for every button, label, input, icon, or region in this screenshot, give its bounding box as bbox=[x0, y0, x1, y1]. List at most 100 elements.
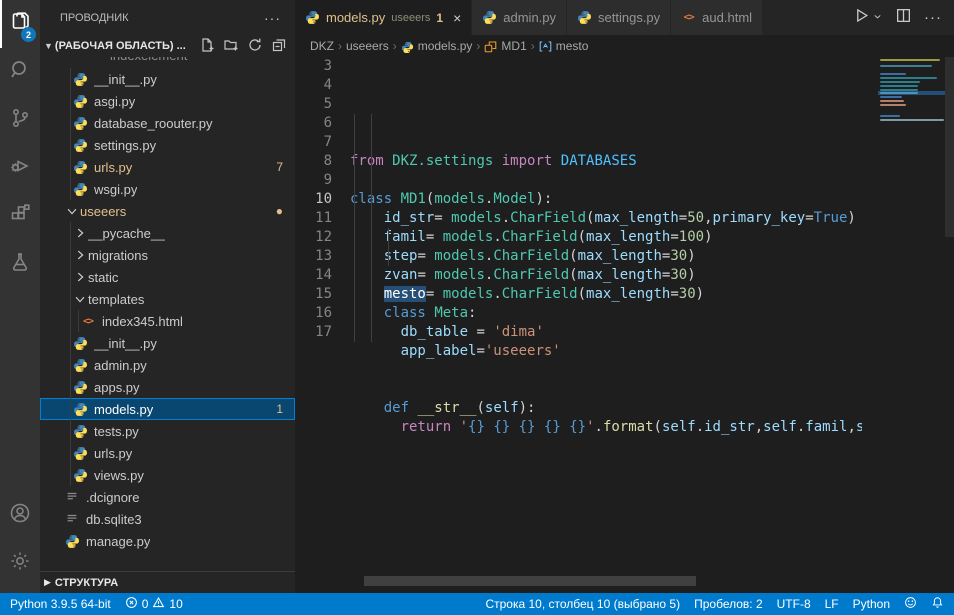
tree-item-db-sqlite3[interactable]: db.sqlite3 bbox=[40, 508, 295, 530]
tree-item--init-py[interactable]: __init__.py bbox=[40, 68, 295, 90]
tree-item-manage-py[interactable]: manage.py bbox=[40, 530, 295, 552]
account-button[interactable] bbox=[0, 491, 40, 539]
line-number: 14 bbox=[295, 266, 332, 285]
run-debug-button[interactable] bbox=[0, 144, 40, 192]
close-icon[interactable]: × bbox=[453, 10, 461, 26]
vscode-window: 2 bbox=[0, 0, 954, 615]
tree-item-badge: 7 bbox=[276, 160, 283, 174]
editor-more-icon[interactable]: ··· bbox=[924, 9, 942, 26]
chevron-right-icon: ▶ bbox=[44, 577, 51, 588]
vertical-scrollbar[interactable] bbox=[945, 57, 954, 237]
code-editor[interactable]: 34567891011121314151617 from DKZ.setting… bbox=[295, 57, 954, 593]
python-file-icon bbox=[72, 93, 88, 109]
extensions-button[interactable] bbox=[0, 192, 40, 240]
settings-button[interactable] bbox=[0, 539, 40, 587]
tree-item--dcignore[interactable]: .dcignore bbox=[40, 486, 295, 508]
cursor-position-item[interactable]: Строка 10, столбец 10 (выбрано 5) bbox=[478, 593, 687, 615]
problems-item[interactable]: 0 10 bbox=[118, 593, 190, 615]
tree-item-urls-py[interactable]: urls.py7 bbox=[40, 156, 295, 178]
indentation-item[interactable]: Пробелов: 2 bbox=[687, 593, 770, 615]
testing-button[interactable] bbox=[0, 240, 40, 288]
tree-item--init-py[interactable]: __init__.py bbox=[40, 332, 295, 354]
breadcrumb-label: DKZ bbox=[310, 39, 334, 53]
minimap[interactable] bbox=[878, 57, 945, 217]
code-line-13: app_label='useeers' bbox=[350, 342, 862, 361]
workspace-section-header[interactable]: ▼ (РАБОЧАЯ ОБЛАСТЬ) ... bbox=[40, 35, 295, 57]
tree-item-urls-py[interactable]: urls.py bbox=[40, 442, 295, 464]
tab-models-py[interactable]: models.pyuseeers1× bbox=[295, 0, 472, 35]
breadcrumb-item-md1[interactable]: MD1 bbox=[484, 39, 526, 53]
tab-admin-py[interactable]: admin.py bbox=[472, 0, 567, 35]
minimap-line bbox=[880, 77, 937, 79]
notifications-button[interactable] bbox=[924, 593, 954, 615]
file-icon bbox=[64, 511, 80, 527]
workspace-label: (РАБОЧАЯ ОБЛАСТЬ) ... bbox=[55, 40, 186, 52]
tree-item-apps-py[interactable]: apps.py bbox=[40, 376, 295, 398]
minimap-line bbox=[880, 100, 904, 102]
collapse-all-icon[interactable] bbox=[271, 37, 287, 56]
indent-guide bbox=[371, 114, 372, 342]
feedback-button[interactable] bbox=[897, 593, 924, 615]
python-file-icon bbox=[72, 159, 88, 175]
breadcrumb-item-dkz[interactable]: DKZ bbox=[310, 39, 334, 53]
new-folder-icon[interactable] bbox=[223, 37, 239, 56]
breadcrumb-item-mesto[interactable]: mesto bbox=[539, 39, 589, 53]
tree-item-label: static bbox=[88, 270, 118, 285]
line-number-gutter[interactable]: 34567891011121314151617 bbox=[295, 57, 350, 437]
code-line-7: famil= models.CharField(max_length=100) bbox=[350, 228, 862, 247]
split-editor-icon[interactable] bbox=[895, 7, 912, 29]
feedback-smiley-icon bbox=[904, 596, 917, 612]
tree-item-label: templates bbox=[88, 292, 144, 307]
source-control-icon bbox=[8, 106, 32, 135]
tree-item-settings-py[interactable]: settings.py bbox=[40, 134, 295, 156]
run-python-file-button[interactable] bbox=[853, 7, 883, 29]
source-control-button[interactable] bbox=[0, 96, 40, 144]
tree-item-label: wsgi.py bbox=[94, 182, 137, 197]
tab-settings-py[interactable]: settings.py bbox=[567, 0, 671, 35]
tree-item-label: index345.html bbox=[102, 314, 183, 329]
language-mode-item[interactable]: Python bbox=[846, 593, 897, 615]
tree-item-tests-py[interactable]: tests.py bbox=[40, 420, 295, 442]
tree-item-database-roouter-py[interactable]: database_roouter.py bbox=[40, 112, 295, 134]
tree-item-models-py[interactable]: models.py1 bbox=[40, 398, 295, 420]
eol-item[interactable]: LF bbox=[818, 593, 846, 615]
line-number: 7 bbox=[295, 133, 332, 152]
cursor-position-label: Строка 10, столбец 10 (выбрано 5) bbox=[485, 597, 680, 611]
explorer-sidebar: ПРОВОДНИК ··· ▼ (РАБОЧАЯ ОБЛАСТЬ) ... in… bbox=[40, 0, 295, 593]
tree-item-asgi-py[interactable]: asgi.py bbox=[40, 90, 295, 112]
new-file-icon[interactable] bbox=[199, 37, 215, 56]
breadcrumb-item-useeers[interactable]: useeers bbox=[346, 39, 389, 53]
breadcrumb-item-models-py[interactable]: models.py bbox=[401, 39, 473, 53]
tree-item-static[interactable]: static bbox=[40, 266, 295, 288]
python-file-icon bbox=[72, 467, 88, 483]
python-interpreter-item[interactable]: Python 3.9.5 64-bit bbox=[0, 593, 118, 615]
tree-item-migrations[interactable]: migrations bbox=[40, 244, 295, 266]
tree-item-wsgi-py[interactable]: wsgi.py bbox=[40, 178, 295, 200]
tab-aud-html[interactable]: <>aud.html bbox=[671, 0, 763, 35]
refresh-icon[interactable] bbox=[247, 37, 263, 56]
play-icon bbox=[853, 7, 870, 29]
breadcrumb-separator-icon: › bbox=[338, 39, 342, 53]
tree-partial-item: indexelement bbox=[110, 57, 187, 63]
encoding-item[interactable]: UTF-8 bbox=[770, 593, 818, 615]
code-line-9: zvan= models.CharField(max_length=30) bbox=[350, 266, 862, 285]
tree-item--pycache-[interactable]: __pycache__ bbox=[40, 222, 295, 244]
tree-item-useeers[interactable]: useeers● bbox=[40, 200, 295, 222]
file-tree[interactable]: indexelement __init__.pyasgi.pydatabase_… bbox=[40, 57, 295, 571]
horizontal-scrollbar[interactable] bbox=[364, 576, 696, 586]
tree-item-views-py[interactable]: views.py bbox=[40, 464, 295, 486]
code-line-6: id_str= models.CharField(max_length=50,p… bbox=[350, 209, 862, 228]
line-number: 4 bbox=[295, 76, 332, 95]
indentation-label: Пробелов: 2 bbox=[694, 597, 763, 611]
breadcrumb-label: models.py bbox=[418, 39, 473, 53]
tree-item-templates[interactable]: templates bbox=[40, 288, 295, 310]
explorer-button[interactable]: 2 bbox=[0, 0, 40, 48]
file-icon bbox=[64, 489, 80, 505]
minimap-line bbox=[880, 73, 906, 75]
tree-item-admin-py[interactable]: admin.py bbox=[40, 354, 295, 376]
outline-section-header[interactable]: ▶ СТРУКТУРА bbox=[40, 571, 295, 593]
search-button[interactable] bbox=[0, 48, 40, 96]
language-label: Python bbox=[853, 597, 890, 611]
explorer-more-icon[interactable]: ··· bbox=[264, 10, 281, 26]
line-number: 17 bbox=[295, 323, 332, 342]
